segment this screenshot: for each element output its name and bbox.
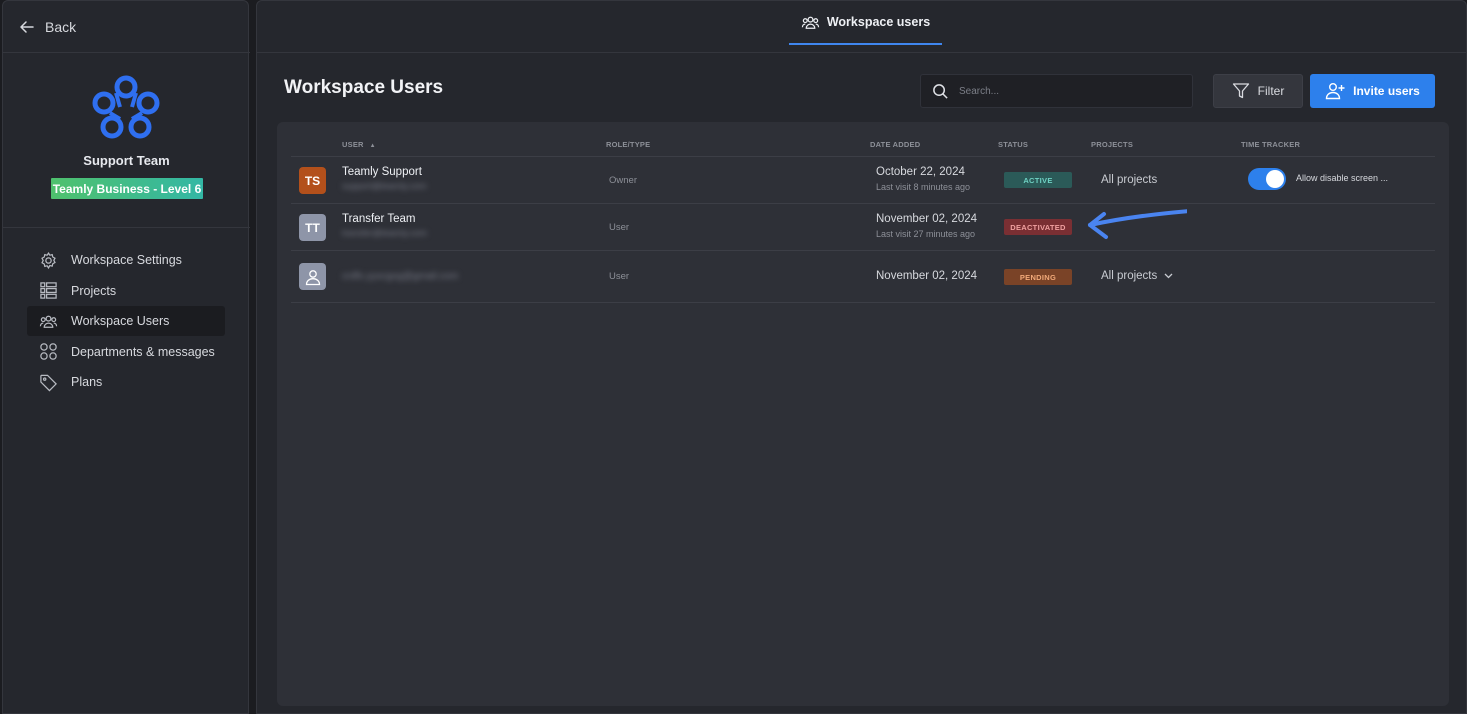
app-window: Back Support Team Teamly Business - Leve… — [0, 0, 1467, 714]
projects-list-icon — [40, 282, 57, 299]
avatar: TS — [299, 167, 326, 194]
search-input[interactable] — [959, 85, 1179, 97]
table-row[interactable]: TS Teamly Support support@teamly.com Own… — [291, 157, 1435, 204]
arrow-left-icon — [20, 21, 34, 33]
column-header-label: USER — [342, 140, 364, 149]
column-header-status: STATUS — [998, 140, 1029, 149]
column-header-projects: PROJECTS — [1091, 140, 1134, 149]
search-box[interactable] — [920, 74, 1193, 108]
tab-workspace-users[interactable]: Workspace users — [789, 1, 942, 45]
user-name: Transfer Team — [342, 213, 416, 225]
plan-badge: Teamly Business - Level 6 — [51, 178, 203, 199]
page-title: Workspace Users — [284, 77, 444, 98]
team-name: Support Team — [83, 153, 170, 168]
avatar: TT — [299, 214, 326, 241]
sidebar-item-label: Departments & messages — [71, 344, 215, 359]
invite-label: Invite users — [1353, 84, 1420, 98]
projects-label: All projects — [1101, 174, 1158, 186]
projects-label: All projects — [1101, 270, 1158, 282]
sidebar-divider — [3, 227, 250, 228]
team-logo-icon — [92, 75, 160, 139]
user-placeholder-icon — [305, 269, 320, 285]
annotation-arrow-icon — [1088, 209, 1187, 239]
sidebar-item-projects[interactable]: Projects — [27, 276, 225, 306]
gear-icon — [41, 251, 56, 269]
sidebar-item-label: Workspace Settings — [71, 253, 182, 267]
sidebar-divider — [3, 52, 250, 53]
users-icon — [39, 315, 58, 328]
back-button[interactable]: Back — [19, 16, 76, 38]
sidebar-item-departments[interactable]: Departments & messages — [27, 337, 225, 367]
column-header-date: DATE ADDED — [870, 140, 921, 149]
status-badge: ACTIVE — [1004, 172, 1072, 188]
top-tab-bar: Workspace users — [257, 1, 1466, 53]
filter-label: Filter — [1257, 84, 1285, 98]
table-header: USER ▲ ROLE/TYPE DATE ADDED STATUS PROJEC… — [291, 134, 1435, 157]
users-icon — [801, 16, 820, 29]
search-icon — [933, 83, 948, 99]
sidebar-item-label: Workspace Users — [71, 314, 170, 328]
user-name: Teamly Support — [342, 166, 422, 178]
sidebar-item-workspace-users[interactable]: Workspace Users — [27, 306, 225, 336]
toggle-label: Allow disable screen ... — [1296, 173, 1389, 183]
user-role: User — [609, 271, 630, 282]
add-user-icon — [1325, 83, 1345, 100]
column-header-time-tracker: TIME TRACKER — [1241, 140, 1301, 149]
last-visit: Last visit 8 minutes ago — [876, 182, 971, 192]
user-role: User — [609, 222, 630, 233]
invite-users-button[interactable]: Invite users — [1310, 74, 1435, 108]
last-visit: Last visit 27 minutes ago — [876, 229, 976, 239]
chevron-down-icon — [1164, 273, 1173, 279]
table-row[interactable]: crdfx.yyxcgvg@gmail.com User November 02… — [291, 251, 1435, 303]
table-row[interactable]: TT Transfer Team transfer@teamly.com Use… — [291, 204, 1435, 251]
sidebar-item-plans[interactable]: Plans — [27, 367, 225, 397]
sidebar-item-label: Plans — [71, 375, 103, 389]
tab-label: Workspace users — [826, 15, 931, 29]
column-header-role: ROLE/TYPE — [606, 140, 651, 149]
user-email: crdfx.yyxcgvg@gmail.com — [342, 271, 459, 282]
sidebar-item-workspace-settings[interactable]: Workspace Settings — [27, 245, 225, 275]
sidebar-nav: Workspace Settings Projects Workspace Us… — [27, 245, 225, 398]
filter-button[interactable]: Filter — [1213, 74, 1303, 108]
status-badge: PENDING — [1004, 269, 1072, 285]
date-added: November 02, 2024 — [876, 270, 978, 282]
user-role: Owner — [609, 175, 637, 186]
column-header-user[interactable]: USER ▲ — [342, 140, 376, 149]
main-panel: Workspace users Workspace Users Filter I… — [256, 0, 1467, 714]
user-email: support@teamly.com — [342, 181, 427, 191]
toggle-knob — [1266, 170, 1284, 188]
date-added: November 02, 2024 — [876, 213, 978, 225]
projects-value: All projects — [1101, 174, 1157, 186]
date-added: October 22, 2024 — [876, 166, 965, 178]
avatar — [299, 263, 326, 290]
filter-icon — [1232, 83, 1249, 99]
time-tracker-toggle[interactable] — [1248, 168, 1286, 190]
grid-icon — [40, 343, 57, 360]
sidebar: Back Support Team Teamly Business - Leve… — [2, 0, 250, 714]
tag-icon — [40, 374, 57, 391]
back-label: Back — [45, 19, 77, 35]
projects-dropdown[interactable]: All projects — [1101, 270, 1173, 282]
user-email: transfer@teamly.com — [342, 228, 427, 238]
sidebar-item-label: Projects — [71, 283, 117, 298]
users-table: USER ▲ ROLE/TYPE DATE ADDED STATUS PROJEC… — [277, 122, 1449, 706]
sort-arrow-icon: ▲ — [369, 143, 376, 149]
